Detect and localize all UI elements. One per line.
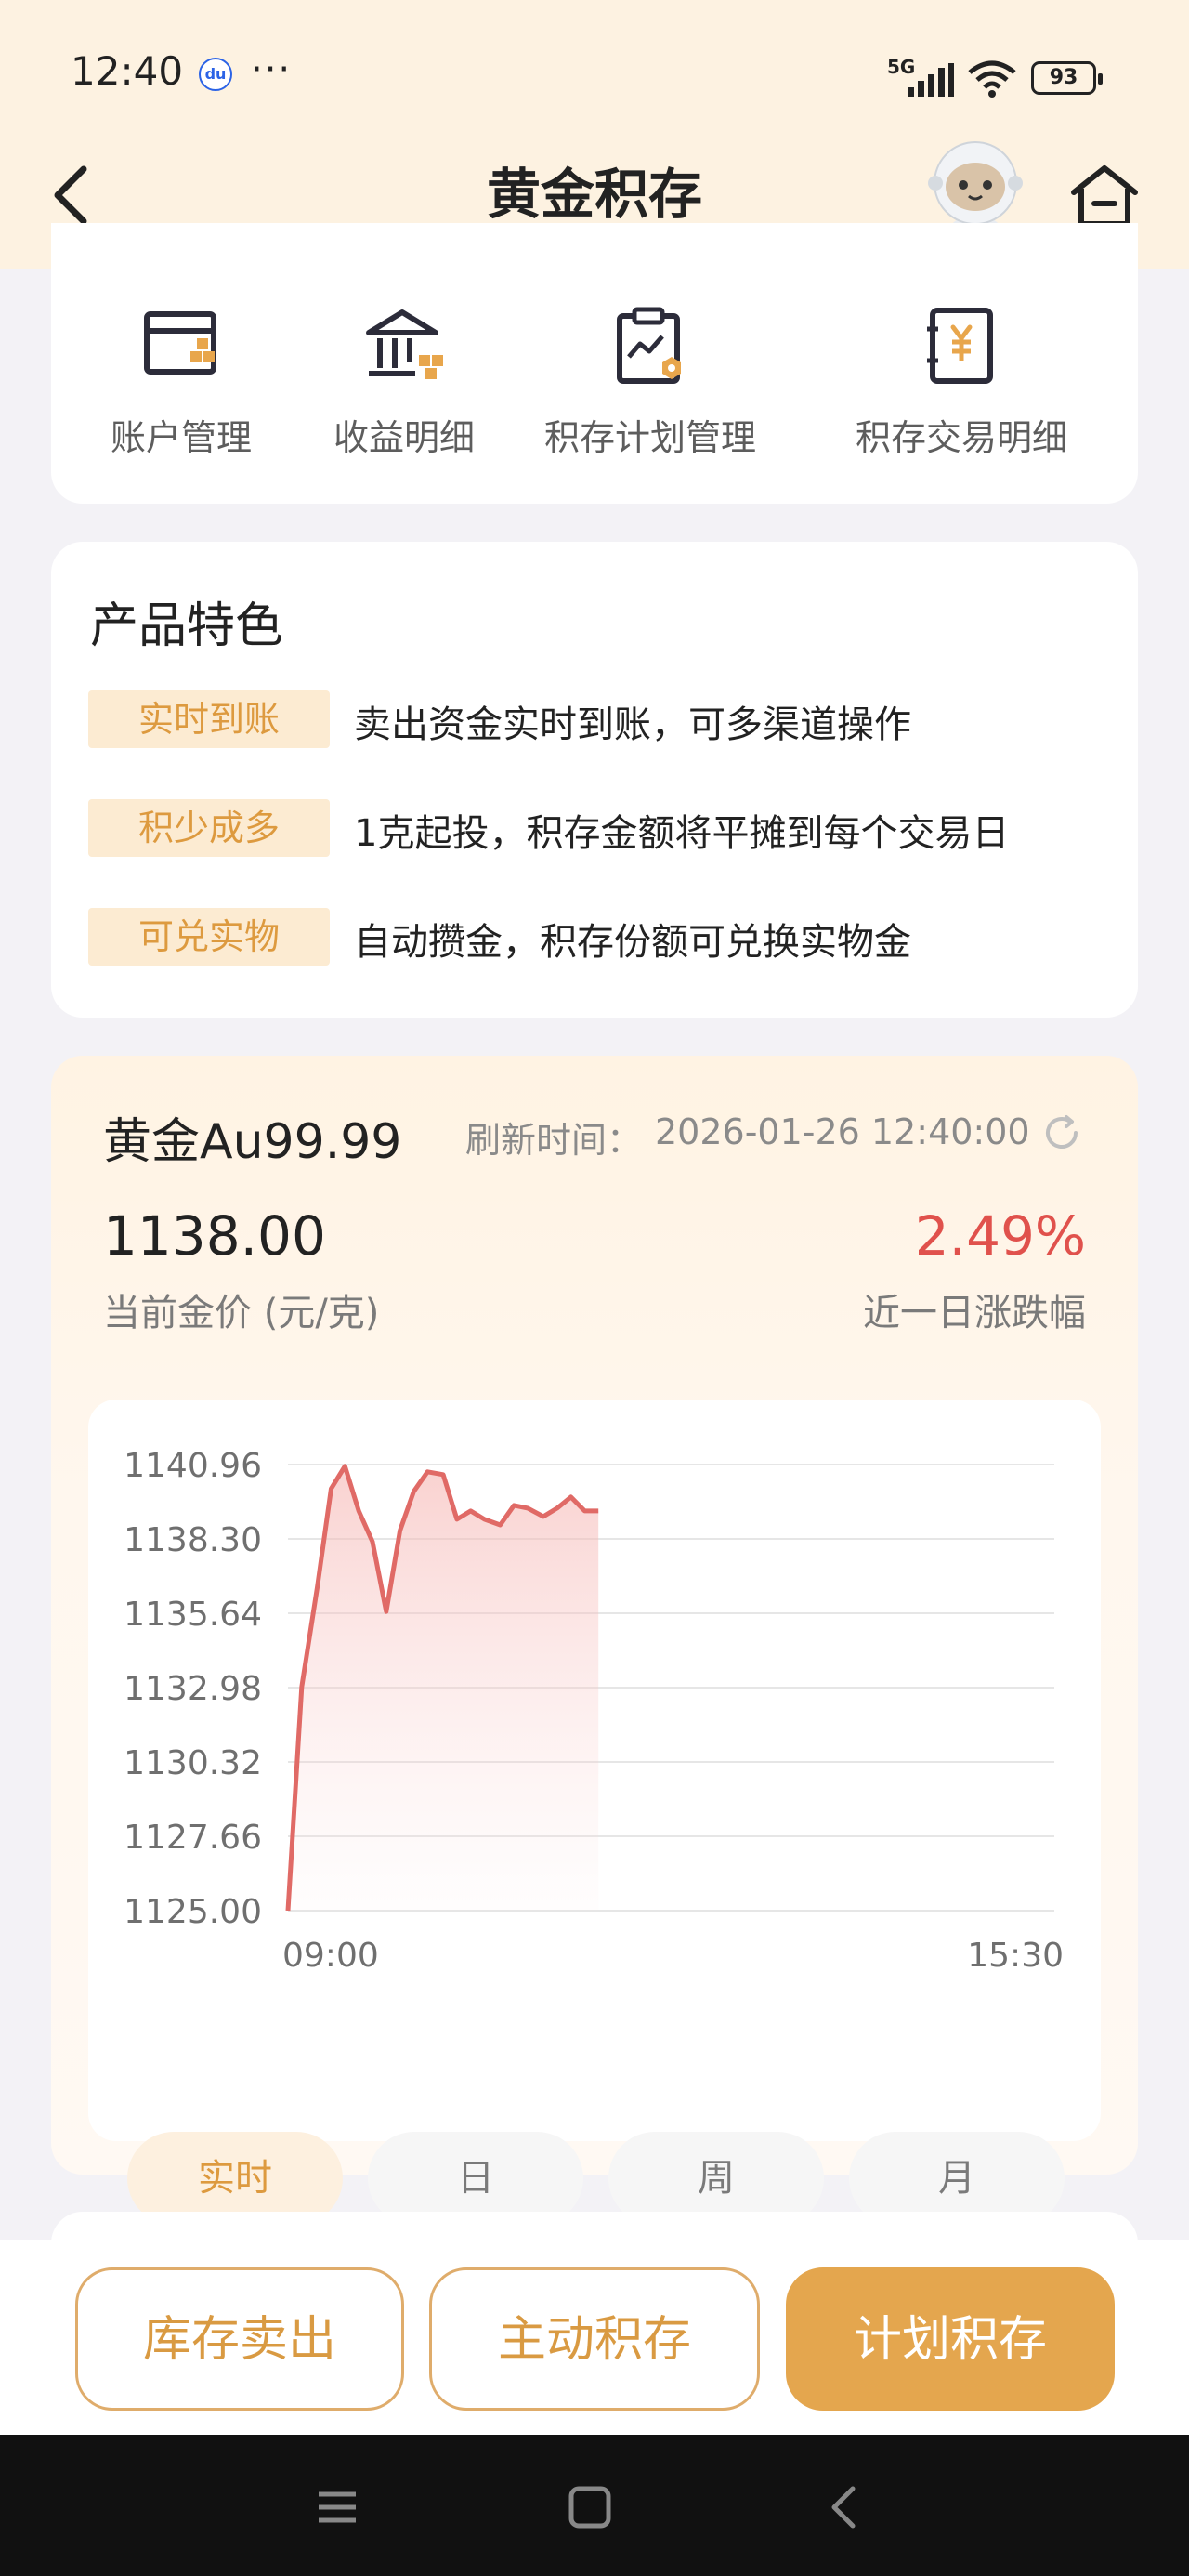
bottom-action-bar: 库存卖出 主动积存 计划积存 bbox=[0, 2240, 1189, 2435]
system-navigation-bar bbox=[0, 2435, 1189, 2576]
baidu-icon: du bbox=[199, 58, 232, 91]
features-title: 产品特色 bbox=[90, 598, 284, 654]
x-tick-label: 09:00 bbox=[282, 1937, 379, 1975]
feature-text: 1克起投，积存金额将平摊到每个交易日 bbox=[354, 812, 1010, 855]
range-tabs: 实时 日 周 月 bbox=[127, 2132, 1065, 2225]
price-chart-panel: 1140.96 1138.30 1135.64 1132.98 1130.32 1127.… bbox=[88, 1400, 1101, 2225]
product-name: 黄金Au99.99 bbox=[103, 1114, 402, 1170]
intraday-price-chart: 1140.96 1138.30 1135.64 1132.98 1130.32 1127.… bbox=[124, 1447, 1064, 1975]
menu-icon[interactable] bbox=[311, 2481, 363, 2533]
status-bar: 12:40 du ··· 5G 93 bbox=[0, 0, 1189, 149]
y-tick-label: 1127.66 bbox=[124, 1819, 262, 1857]
sell-inventory-button[interactable]: 库存卖出 bbox=[75, 2267, 404, 2411]
y-tick-label: 1140.96 bbox=[124, 1447, 262, 1485]
y-tick-label: 1130.32 bbox=[124, 1744, 262, 1782]
battery-icon: 93 bbox=[1031, 61, 1103, 95]
wifi-icon bbox=[968, 60, 1016, 98]
tab-month[interactable]: 月 bbox=[849, 2132, 1065, 2225]
bank-icon bbox=[366, 309, 443, 379]
feature-tag: 可兑实物 bbox=[88, 908, 330, 966]
feature-tag: 积少成多 bbox=[88, 799, 330, 857]
tab-day[interactable]: 日 bbox=[368, 2132, 583, 2225]
menu-transaction-detail[interactable]: 积存交易明细 bbox=[836, 223, 1087, 504]
menu-label: 积存交易明细 bbox=[855, 417, 1067, 458]
menu-account-management[interactable]: 账户管理 bbox=[88, 223, 274, 504]
plan-save-button[interactable]: 计划积存 bbox=[786, 2267, 1115, 2411]
x-tick-label: 15:30 bbox=[967, 1937, 1064, 1975]
y-tick-label: 1125.00 bbox=[124, 1893, 262, 1931]
menu-plan-management[interactable]: 积存计划管理 bbox=[534, 223, 766, 504]
quick-menu-card: 账户管理 收益明细 积存计划管理 积存交易明细 bbox=[51, 223, 1138, 504]
status-time: 12:40 bbox=[71, 48, 184, 94]
menu-earnings-detail[interactable]: 收益明细 bbox=[311, 223, 497, 504]
menu-label: 账户管理 bbox=[110, 417, 252, 458]
daily-change: 2.49% bbox=[914, 1204, 1086, 1268]
feature-tag: 实时到账 bbox=[88, 690, 330, 748]
gold-price-card: 黄金Au99.99 刷新时间： 2026-01-26 12:40:00 1138… bbox=[51, 1056, 1138, 2225]
tab-week[interactable]: 周 bbox=[608, 2132, 824, 2225]
feature-text: 自动攒金，积存份额可兑换实物金 bbox=[354, 921, 911, 964]
refresh-time-value: 2026-01-26 12:40:00 bbox=[655, 1111, 1030, 1152]
menu-label: 积存计划管理 bbox=[543, 417, 756, 458]
yuan-notebook-icon bbox=[927, 308, 993, 384]
price-area-fill bbox=[288, 1465, 599, 1911]
plan-clipboard-icon bbox=[617, 307, 681, 384]
product-features-card: 产品特色 实时到账 卖出资金实时到账，可多渠道操作 积少成多 1克起投，积存金额… bbox=[51, 542, 1138, 1018]
tab-realtime[interactable]: 实时 bbox=[127, 2132, 343, 2225]
menu-label: 收益明细 bbox=[333, 417, 475, 458]
refresh-icon[interactable] bbox=[1040, 1111, 1083, 1154]
refresh-time-label: 刷新时间： bbox=[465, 1120, 643, 1161]
current-price-label: 当前金价 (元/克) bbox=[103, 1292, 380, 1334]
y-tick-label: 1132.98 bbox=[124, 1670, 262, 1708]
more-notifications-icon: ··· bbox=[251, 48, 293, 91]
square-home-icon[interactable] bbox=[564, 2481, 616, 2533]
y-tick-label: 1138.30 bbox=[124, 1521, 262, 1559]
signal-icon bbox=[908, 63, 954, 97]
daily-change-label: 近一日涨跌幅 bbox=[863, 1292, 1086, 1334]
home-icon[interactable] bbox=[1068, 163, 1141, 230]
active-save-button[interactable]: 主动积存 bbox=[429, 2267, 760, 2411]
back-triangle-icon[interactable] bbox=[817, 2481, 869, 2533]
account-card-icon bbox=[144, 311, 216, 375]
y-tick-label: 1135.64 bbox=[124, 1596, 262, 1634]
current-price: 1138.00 bbox=[103, 1204, 326, 1268]
feature-text: 卖出资金实时到账，可多渠道操作 bbox=[354, 703, 911, 746]
